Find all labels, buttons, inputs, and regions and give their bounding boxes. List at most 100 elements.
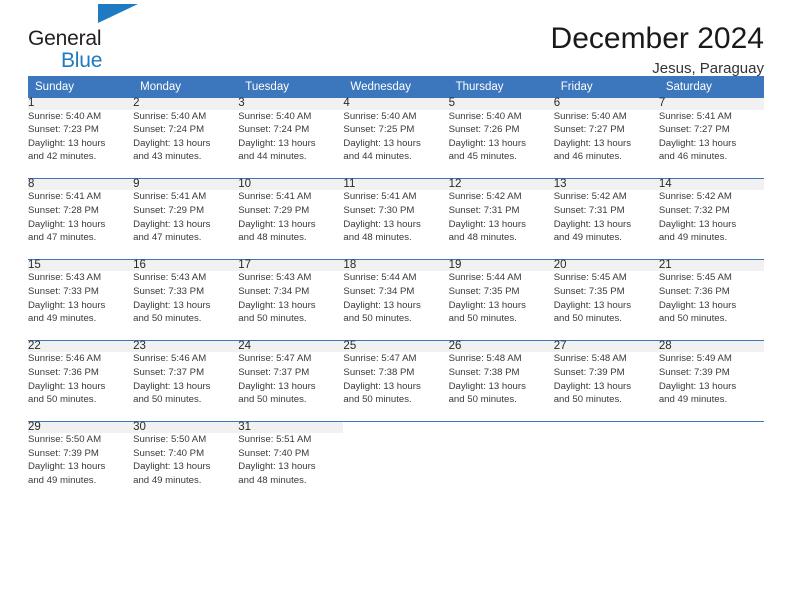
week-separator: [28, 325, 764, 341]
day-cell[interactable]: Sunrise: 5:40 AM Sunset: 7:25 PM Daylight:…: [343, 110, 448, 164]
day-number[interactable]: 17: [238, 259, 344, 272]
day-number[interactable]: 30: [133, 421, 239, 434]
day-cell[interactable]: Sunrise: 5:47 AM Sunset: 7:37 PM Daylight:…: [238, 352, 343, 406]
day-number[interactable]: 13: [553, 178, 659, 191]
day-number[interactable]: 31: [238, 421, 344, 434]
day-number[interactable]: 6: [553, 97, 659, 110]
sunrise-text: Sunrise: 5:40 AM: [448, 110, 522, 122]
day-cell[interactable]: Sunrise: 5:41 AM Sunset: 7:29 PM Daylight:…: [133, 190, 238, 244]
sunrise-text: Sunrise: 5:50 AM: [28, 434, 102, 446]
daylight-text-line2: and 43 minutes.: [133, 151, 202, 163]
weekday-header-thursday: Thursday: [448, 76, 554, 98]
day-number[interactable]: 2: [133, 97, 239, 110]
day-number[interactable]: 15: [28, 259, 134, 272]
daylight-text-line1: Daylight: 13 hours: [238, 299, 316, 311]
sunrise-text: Sunrise: 5:44 AM: [343, 272, 417, 284]
daylight-text-line1: Daylight: 13 hours: [238, 461, 316, 473]
sunset-text: Sunset: 7:34 PM: [238, 285, 310, 297]
day-cell[interactable]: Sunrise: 5:42 AM Sunset: 7:32 PM Daylight:…: [659, 190, 764, 244]
sunrise-text: Sunrise: 5:41 AM: [133, 191, 207, 203]
week-separator: [28, 163, 764, 179]
day-number[interactable]: 16: [133, 259, 239, 272]
day-number[interactable]: 1: [28, 97, 134, 110]
day-cell[interactable]: Sunrise: 5:43 AM Sunset: 7:34 PM Daylight:…: [238, 271, 343, 325]
day-cell[interactable]: Sunrise: 5:43 AM Sunset: 7:33 PM Daylight:…: [133, 271, 238, 325]
daylight-text-line2: and 48 minutes.: [238, 232, 307, 244]
day-cell[interactable]: Sunrise: 5:40 AM Sunset: 7:26 PM Daylight:…: [449, 110, 554, 164]
calendar-page: General Blue December 2024 Jesus, Paragu…: [0, 0, 792, 612]
day-cell[interactable]: Sunrise: 5:44 AM Sunset: 7:35 PM Daylight:…: [449, 271, 554, 325]
day-number[interactable]: 29: [28, 421, 134, 434]
day-number[interactable]: 8: [28, 178, 134, 191]
day-cell[interactable]: Sunrise: 5:48 AM Sunset: 7:38 PM Daylight:…: [449, 352, 554, 406]
brand-logo[interactable]: General Blue: [28, 4, 138, 71]
day-number[interactable]: 23: [133, 340, 239, 353]
day-number[interactable]: 3: [238, 97, 344, 110]
sunset-text: Sunset: 7:29 PM: [133, 205, 205, 217]
day-number[interactable]: 5: [448, 97, 554, 110]
day-number[interactable]: 27: [553, 340, 659, 353]
day-number[interactable]: 26: [448, 340, 554, 353]
day-cell[interactable]: Sunrise: 5:49 AM Sunset: 7:39 PM Daylight:…: [659, 352, 764, 406]
daylight-text-line2: and 49 minutes.: [28, 475, 97, 487]
day-number[interactable]: 4: [343, 97, 449, 110]
blue-flag-icon: [98, 2, 140, 28]
day-cell[interactable]: Sunrise: 5:43 AM Sunset: 7:33 PM Daylight:…: [28, 271, 133, 325]
day-cell[interactable]: Sunrise: 5:40 AM Sunset: 7:24 PM Daylight:…: [133, 110, 238, 164]
day-cell[interactable]: Sunrise: 5:41 AM Sunset: 7:27 PM Daylight:…: [659, 110, 764, 164]
day-number[interactable]: 7: [658, 97, 764, 110]
day-number[interactable]: 10: [238, 178, 344, 191]
week-separator-cell: [343, 325, 449, 341]
sunset-text: Sunset: 7:31 PM: [448, 205, 520, 217]
day-cell[interactable]: Sunrise: 5:41 AM Sunset: 7:30 PM Daylight:…: [343, 190, 448, 244]
day-number[interactable]: 11: [343, 178, 449, 191]
day-number[interactable]: 20: [553, 259, 659, 272]
day-number[interactable]: 21: [658, 259, 764, 272]
day-cell[interactable]: Sunrise: 5:42 AM Sunset: 7:31 PM Daylight:…: [554, 190, 659, 244]
day-cell[interactable]: Sunrise: 5:40 AM Sunset: 7:23 PM Daylight:…: [28, 110, 133, 164]
daylight-text-line1: Daylight: 13 hours: [553, 137, 632, 149]
day-cell[interactable]: Sunrise: 5:46 AM Sunset: 7:37 PM Daylight:…: [133, 352, 238, 406]
week-separator-cell: [133, 163, 239, 179]
sunset-text: Sunset: 7:26 PM: [448, 124, 520, 136]
day-cell[interactable]: Sunrise: 5:51 AM Sunset: 7:40 PM Daylight:…: [238, 433, 343, 487]
day-cell[interactable]: Sunrise: 5:41 AM Sunset: 7:29 PM Daylight:…: [238, 190, 343, 244]
daylight-text-line2: and 50 minutes.: [658, 313, 728, 325]
page-title: December 2024: [550, 22, 764, 55]
day-number[interactable]: 24: [238, 340, 344, 353]
day-cell[interactable]: Sunrise: 5:40 AM Sunset: 7:24 PM Daylight:…: [238, 110, 343, 164]
sunrise-text: Sunrise: 5:40 AM: [553, 110, 627, 122]
sunrise-text: Sunrise: 5:44 AM: [448, 272, 522, 284]
daylight-text-line2: and 47 minutes.: [28, 232, 97, 244]
week-separator-cell: [448, 244, 554, 260]
week-separator-cell: [343, 406, 449, 422]
day-cell[interactable]: Sunrise: 5:40 AM Sunset: 7:27 PM Daylight:…: [554, 110, 659, 164]
day-cell[interactable]: Sunrise: 5:50 AM Sunset: 7:40 PM Daylight:…: [133, 433, 238, 487]
day-number[interactable]: 18: [343, 259, 449, 272]
sunset-text: Sunset: 7:37 PM: [133, 366, 205, 378]
sunset-text: Sunset: 7:29 PM: [238, 205, 310, 217]
page-header: General Blue December 2024 Jesus, Paragu…: [28, 0, 764, 76]
day-cell[interactable]: Sunrise: 5:41 AM Sunset: 7:28 PM Daylight:…: [28, 190, 133, 244]
day-cell[interactable]: Sunrise: 5:45 AM Sunset: 7:36 PM Daylight:…: [659, 271, 764, 325]
daylight-text-line1: Daylight: 13 hours: [448, 137, 526, 149]
day-number[interactable]: 22: [28, 340, 134, 353]
day-number[interactable]: 14: [658, 178, 764, 191]
day-cell[interactable]: Sunrise: 5:42 AM Sunset: 7:31 PM Daylight:…: [449, 190, 554, 244]
week-separator-cell: [343, 163, 449, 179]
day-number[interactable]: 28: [658, 340, 764, 353]
day-number-empty: [553, 421, 659, 434]
day-cell[interactable]: Sunrise: 5:44 AM Sunset: 7:34 PM Daylight:…: [343, 271, 448, 325]
day-cell[interactable]: Sunrise: 5:50 AM Sunset: 7:39 PM Daylight:…: [28, 433, 133, 487]
sunrise-text: Sunrise: 5:42 AM: [658, 191, 732, 203]
day-number[interactable]: 12: [448, 178, 554, 191]
day-number[interactable]: 25: [343, 340, 449, 353]
day-number[interactable]: 9: [133, 178, 239, 191]
day-cell[interactable]: Sunrise: 5:46 AM Sunset: 7:36 PM Daylight:…: [28, 352, 133, 406]
day-cell[interactable]: Sunrise: 5:48 AM Sunset: 7:39 PM Daylight:…: [554, 352, 659, 406]
sunrise-sunset-calendar: Sunday Monday Tuesday Wednesday Thursday…: [28, 76, 764, 488]
day-cell[interactable]: Sunrise: 5:45 AM Sunset: 7:35 PM Daylight:…: [554, 271, 659, 325]
day-cell[interactable]: Sunrise: 5:47 AM Sunset: 7:38 PM Daylight:…: [343, 352, 448, 406]
day-number[interactable]: 19: [448, 259, 554, 272]
daylight-text-line2: and 50 minutes.: [28, 394, 97, 406]
